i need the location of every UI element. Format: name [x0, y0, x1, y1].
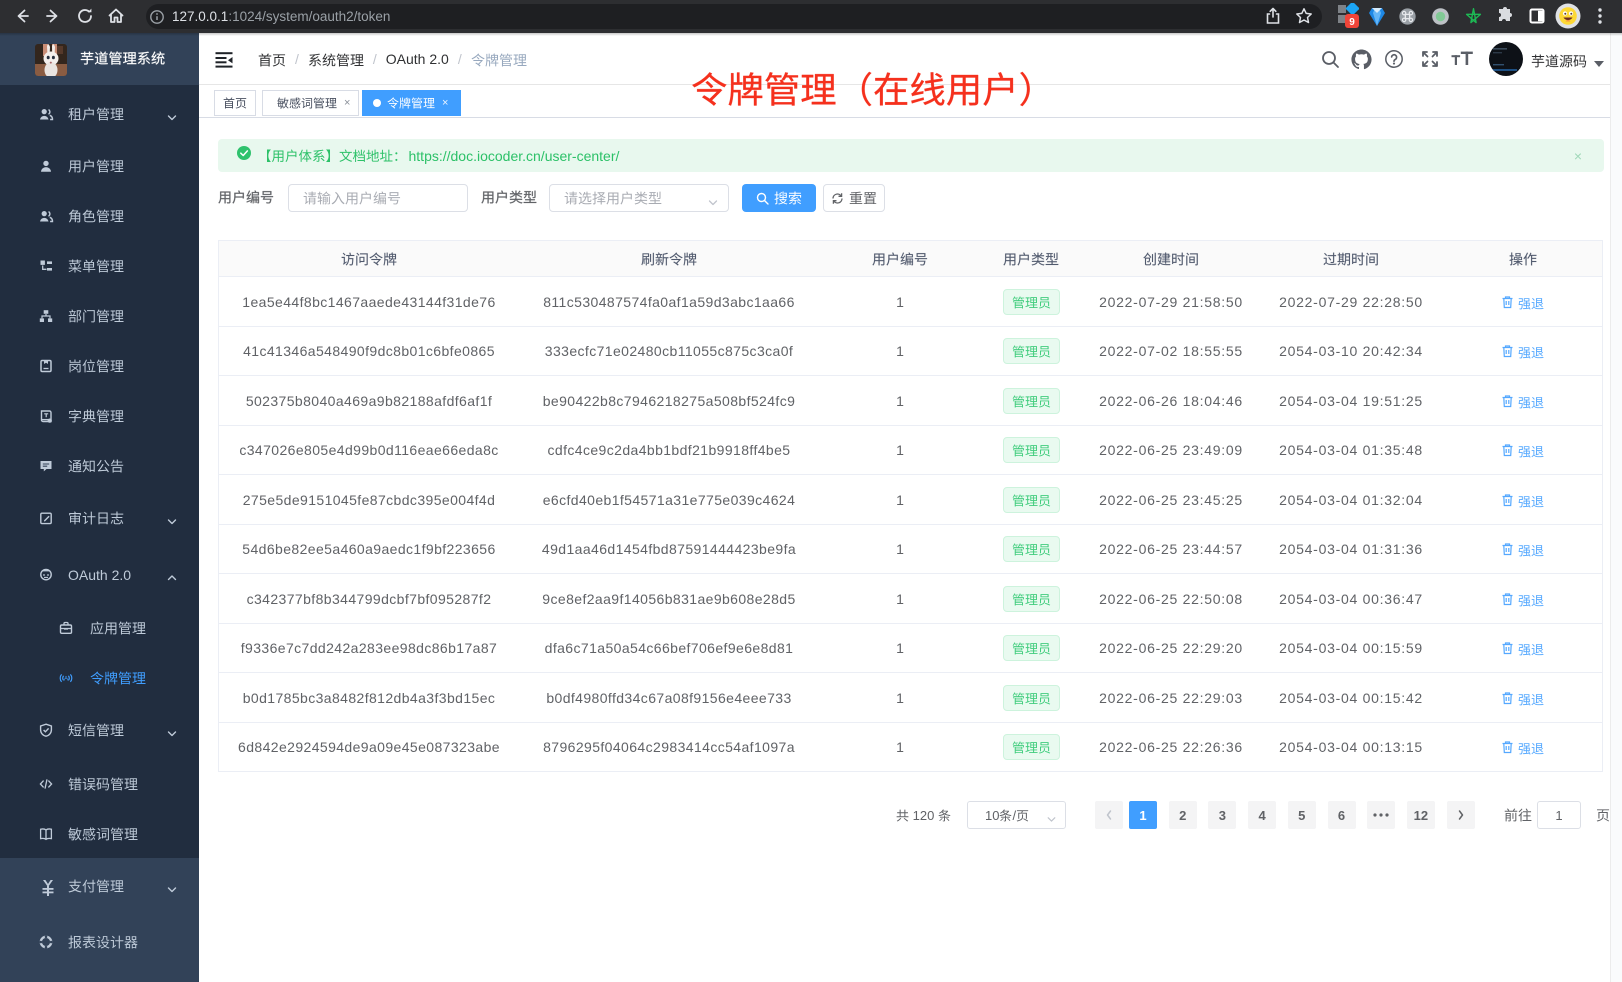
svg-text:9: 9 [1349, 17, 1355, 28]
svg-text:A: A [64, 675, 69, 682]
